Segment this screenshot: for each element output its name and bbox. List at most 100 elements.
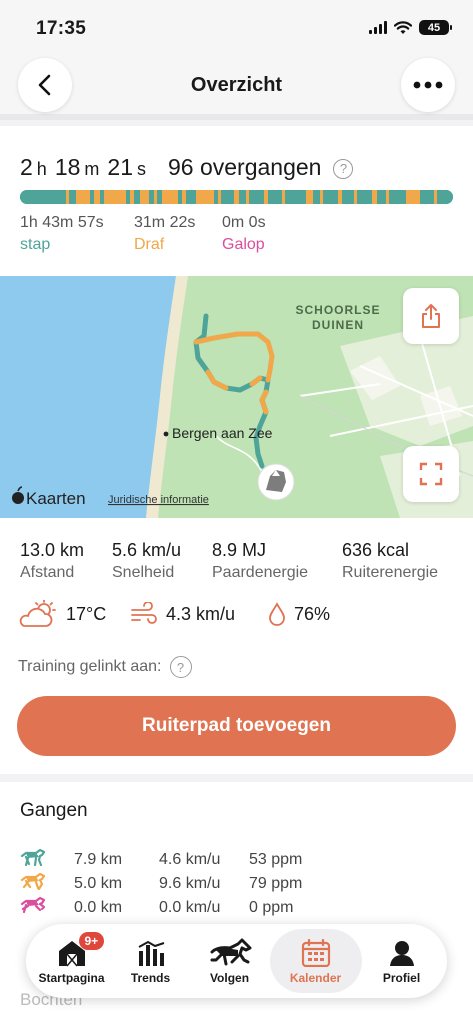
stat-value: 5.6 km/u	[112, 540, 182, 560]
canter-horse-icon	[20, 896, 74, 919]
tab-profiel[interactable]: Profiel	[363, 929, 441, 993]
duration-hours: 2	[20, 154, 33, 180]
tab-trends[interactable]: Trends	[112, 929, 190, 993]
tab-startpagina[interactable]: 9+ Startpagina	[33, 929, 111, 993]
duration-summary: 2h 18 m 21 s 96 overgangen ? 1h 43m 57s …	[0, 126, 473, 276]
gait-time: 31m 22s	[134, 214, 196, 231]
weather-row: 17°C 4.3 km/u 76%	[18, 600, 330, 628]
gait-galop: 0m 0s Galop	[222, 214, 310, 254]
calendar-icon	[301, 938, 331, 968]
duration-seconds: 21	[107, 154, 133, 180]
help-icon[interactable]: ?	[169, 656, 192, 678]
person-icon	[387, 938, 417, 968]
tab-label: Trends	[130, 970, 171, 985]
duration-row: 2h 18 m 21 s 96 overgangen ?	[20, 154, 354, 181]
tab-label: Volgen	[209, 970, 250, 985]
gait-rate: 0 ppm	[249, 898, 294, 916]
gait-stap: 1h 43m 57s stap	[20, 214, 134, 254]
route-map[interactable]: SCHOORLSE DUINEN Bergen aan Zee Kaarten …	[0, 276, 473, 518]
temperature-value: 17°C	[66, 603, 107, 624]
gait-row-stap: 7.9 km 4.6 km/u 53 ppm	[20, 848, 302, 871]
stat-label: Afstand	[20, 564, 75, 581]
duration-minutes: 18	[54, 154, 81, 180]
section-title: Gangen	[20, 800, 88, 821]
map-attribution-brand: Kaarten	[26, 489, 86, 508]
tab-volgen[interactable]: Volgen	[191, 929, 269, 993]
share-button[interactable]	[403, 288, 459, 344]
battery-icon: 45	[419, 20, 452, 35]
stat-label: Snelheid	[112, 564, 175, 581]
gait-timeline-segments	[20, 190, 453, 204]
gait-name: Draf	[134, 236, 165, 253]
gait-speed: 9.6 km/u	[159, 874, 221, 892]
wind-value: 4.3 km/u	[166, 603, 236, 624]
expand-icon	[419, 462, 443, 486]
gait-time: 1h 43m 57s	[20, 214, 104, 231]
share-icon	[422, 304, 440, 328]
tab-kalender[interactable]: Kalender	[269, 929, 362, 993]
status-time: 17:35	[36, 18, 87, 39]
transitions-count: 96 overgangen	[168, 154, 322, 180]
wifi-icon	[394, 20, 412, 34]
stats-row: 13.0 km Afstand 5.6 km/u Snelheid 8.9 MJ…	[20, 540, 438, 582]
add-riding-trail-button[interactable]: Ruiterpad toevoegen	[17, 696, 456, 756]
stat-horse-energy: 8.9 MJ Paardenergie	[212, 540, 342, 582]
duration-minutes-unit: m	[84, 159, 100, 179]
humidity-drop-icon	[269, 602, 285, 626]
stat-value: 13.0 km	[20, 540, 85, 560]
tab-label: Startpagina	[38, 970, 105, 985]
tab-label: Profiel	[382, 970, 421, 985]
map-area-label: DUINEN	[312, 318, 364, 332]
stat-distance: 13.0 km Afstand	[20, 540, 112, 582]
galloping-horse-icon	[208, 938, 252, 968]
gait-name: Galop	[222, 236, 265, 253]
gait-distance: 7.9 km	[74, 850, 123, 868]
map-area-label: SCHOORLSE	[295, 303, 380, 317]
fullscreen-button[interactable]	[403, 446, 459, 502]
gait-time: 0m 0s	[222, 214, 266, 231]
stat-speed: 5.6 km/u Snelheid	[112, 540, 212, 582]
nav-bar: Overzicht	[0, 58, 473, 120]
humidity-value: 76%	[294, 603, 331, 624]
duration-seconds-unit: s	[137, 159, 146, 179]
help-icon[interactable]: ?	[333, 158, 354, 179]
notification-badge: 9+	[78, 932, 105, 950]
partly-cloudy-icon	[19, 600, 56, 627]
weather-temperature: 17°C	[18, 600, 130, 628]
cellular-signal-icon	[369, 21, 387, 34]
bottom-tab-bar: 9+ Startpagina Trends Volgen Kalender Pr…	[26, 924, 447, 998]
stat-rider-energy: 636 kcal Ruiterenergie	[342, 540, 438, 582]
gait-distance: 5.0 km	[74, 874, 123, 892]
gait-rate: 79 ppm	[249, 874, 303, 892]
walk-horse-icon	[20, 848, 74, 871]
stat-label: Ruiterenergie	[342, 564, 439, 581]
more-options-button[interactable]	[401, 58, 455, 112]
gait-distance: 0.0 km	[74, 898, 123, 916]
weather-wind: 4.3 km/u	[130, 602, 268, 626]
ellipsis-icon	[413, 81, 443, 89]
linked-training-label: Training gelinkt aan:	[18, 658, 162, 675]
duration-hours-unit: h	[36, 159, 47, 179]
stat-value: 636 kcal	[342, 540, 410, 560]
status-bar: 17:35 45	[0, 0, 473, 58]
trends-chart-icon	[136, 938, 166, 968]
gait-row-draf: 5.0 km 9.6 km/u 79 ppm	[20, 872, 302, 895]
gait-speed: 4.6 km/u	[159, 850, 221, 868]
gait-name: stap	[20, 236, 51, 253]
trot-horse-icon	[20, 872, 74, 895]
status-icons: 45	[369, 20, 452, 35]
linked-training: Training gelinkt aan: ?	[18, 656, 192, 678]
gait-draf: 31m 22s Draf	[134, 214, 222, 254]
weather-humidity: 76%	[268, 602, 330, 626]
gait-timeline-bar	[20, 190, 453, 204]
stat-value: 8.9 MJ	[212, 540, 267, 560]
map-place-label: Bergen aan Zee	[172, 425, 273, 441]
gait-rate: 53 ppm	[249, 850, 303, 868]
horse-avatar	[257, 463, 295, 501]
gait-speed: 0.0 km/u	[159, 898, 221, 916]
map-legal-link[interactable]: Juridische informatie	[108, 494, 209, 506]
tab-label: Kalender	[289, 970, 342, 985]
ride-stats: 13.0 km Afstand 5.6 km/u Snelheid 8.9 MJ…	[0, 518, 473, 774]
gait-row-galop: 0.0 km 0.0 km/u 0 ppm	[20, 896, 293, 919]
stat-label: Paardenergie	[212, 564, 309, 581]
